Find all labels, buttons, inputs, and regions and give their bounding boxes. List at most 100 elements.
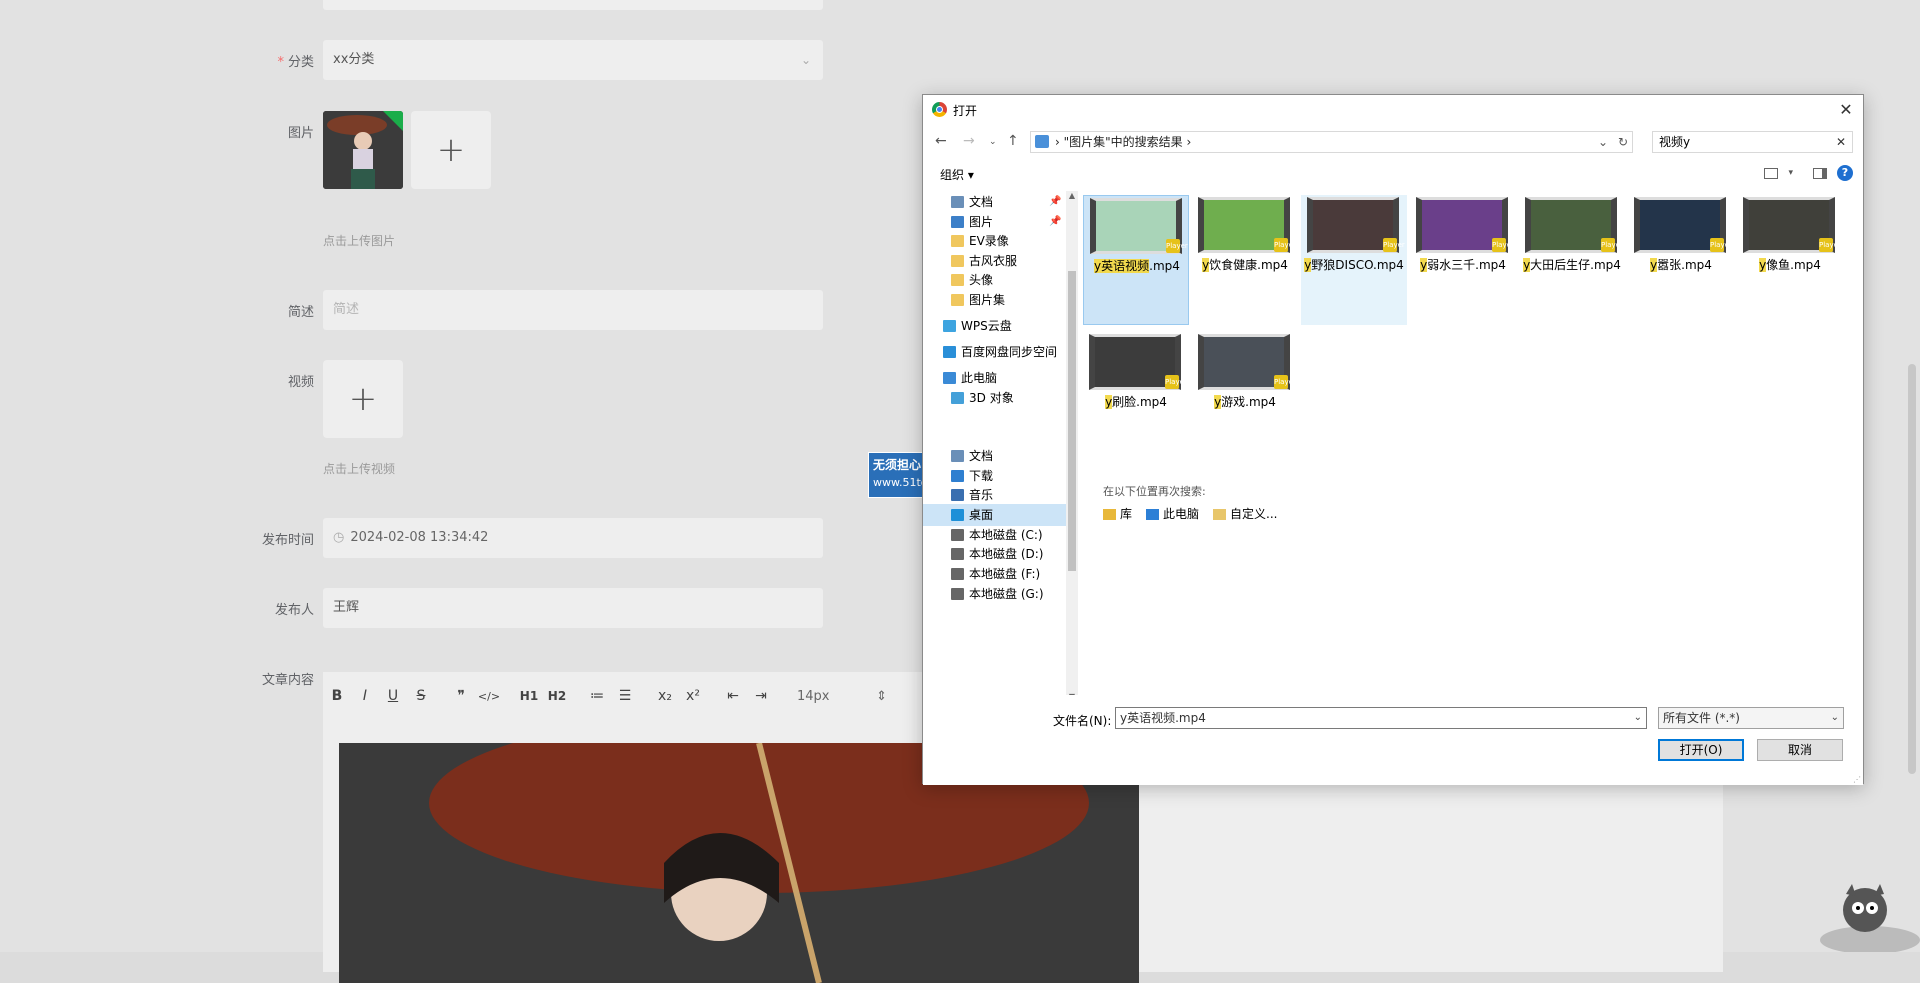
- updown-icon: ⇕: [876, 688, 887, 704]
- tree-item-label: WPS云盘: [961, 319, 1012, 333]
- publish-time-input[interactable]: ◷ 2024-02-08 13:34:42: [323, 518, 823, 558]
- category-value: xx分类: [333, 52, 375, 67]
- category-label: * 分类: [277, 55, 314, 70]
- file-item[interactable]: Player y弱水三千.mp4: [1410, 195, 1516, 325]
- open-button[interactable]: 打开(O): [1658, 739, 1744, 761]
- research-this-pc-link[interactable]: 此电脑: [1146, 505, 1199, 522]
- tree-item-label: 文档: [969, 449, 994, 463]
- file-item[interactable]: Player y嚣张.mp4: [1628, 195, 1734, 325]
- file-type-dropdown-icon[interactable]: ⌄: [1831, 708, 1839, 728]
- tree-item[interactable]: 本地磁盘 (D:): [923, 543, 1066, 565]
- tree-item[interactable]: 音乐: [923, 484, 1066, 506]
- tree-item[interactable]: 文档 📌: [923, 191, 1066, 213]
- research-custom-link[interactable]: 自定义...: [1213, 505, 1277, 522]
- blockquote-button[interactable]: ❞: [447, 688, 475, 704]
- tree-item-icon: [951, 274, 964, 286]
- forward-arrow-icon[interactable]: →: [963, 133, 975, 149]
- open-file-dialog: 打开 ✕ ← → ⌄ ↑ › "图片集"中的搜索结果 › ⌄ ↻ 视频y ✕ 组…: [922, 94, 1864, 785]
- file-type-select[interactable]: 所有文件 (*.*) ⌄: [1658, 707, 1844, 729]
- tree-item[interactable]: WPS云盘: [923, 315, 1066, 337]
- tree-item[interactable]: 3D 对象: [923, 387, 1066, 409]
- font-size-value: 14px: [797, 688, 830, 704]
- summary-label: 简述: [287, 305, 314, 320]
- video-thumbnail: Player: [1525, 197, 1623, 253]
- up-arrow-icon[interactable]: ↑: [1007, 133, 1019, 149]
- image-label: 图片: [287, 126, 314, 141]
- category-select[interactable]: xx分类 ⌄: [323, 40, 823, 80]
- publisher-input[interactable]: 王辉: [323, 588, 823, 628]
- clear-search-icon[interactable]: ✕: [1836, 132, 1846, 152]
- uploaded-image-thumbnail[interactable]: [323, 111, 403, 189]
- tree-item[interactable]: 本地磁盘 (G:): [923, 583, 1066, 605]
- search-input[interactable]: 视频y ✕: [1652, 131, 1853, 153]
- summary-input[interactable]: 简述: [323, 290, 823, 330]
- command-bar: 组织 ▾ ▾ ?: [923, 161, 1863, 187]
- filename-input[interactable]: y英语视频.mp4 ⌄: [1115, 707, 1647, 729]
- superscript-button[interactable]: x²: [679, 688, 707, 704]
- research-label: 在以下位置再次搜索:: [1103, 485, 1206, 498]
- tree-item-icon: [951, 489, 964, 501]
- file-item[interactable]: Player y像鱼.mp4: [1737, 195, 1843, 325]
- file-item[interactable]: Player y游戏.mp4: [1192, 332, 1298, 462]
- player-badge-icon: Player: [1383, 238, 1405, 252]
- subscript-button[interactable]: x₂: [651, 688, 679, 704]
- tree-item[interactable]: EV录像: [923, 230, 1066, 252]
- underline-button[interactable]: U: [379, 688, 407, 704]
- tree-item[interactable]: 图片集: [923, 289, 1066, 311]
- h2-button[interactable]: H2: [543, 689, 571, 703]
- ordered-list-button[interactable]: ≔: [583, 688, 611, 704]
- filename-label: 文件名(N):: [1053, 714, 1112, 728]
- tree-scroll-thumb[interactable]: [1068, 271, 1076, 571]
- tree-item[interactable]: 文档: [923, 445, 1066, 467]
- add-image-button[interactable]: +: [411, 111, 491, 189]
- italic-button[interactable]: I: [351, 688, 379, 704]
- tree-item-icon: [951, 568, 964, 580]
- tree-item[interactable]: 本地磁盘 (F:): [923, 563, 1066, 585]
- file-item[interactable]: Player y英语视频.mp4: [1083, 195, 1189, 325]
- font-size-select[interactable]: 14px ⇕: [797, 689, 887, 704]
- tree-item[interactable]: 百度网盘同步空间: [923, 341, 1066, 363]
- bold-button[interactable]: B: [323, 688, 351, 704]
- add-video-button[interactable]: +: [323, 360, 403, 438]
- recent-dropdown-icon[interactable]: ⌄: [989, 137, 997, 147]
- code-block-button[interactable]: </>: [475, 690, 503, 703]
- preview-pane-icon[interactable]: [1813, 167, 1827, 179]
- tree-item-icon: [951, 294, 964, 306]
- tree-scrollbar[interactable]: ▲ ▼: [1066, 191, 1078, 701]
- outdent-button[interactable]: ⇤: [719, 688, 747, 704]
- tree-item[interactable]: 桌面: [923, 504, 1066, 526]
- bullet-list-button[interactable]: ☰: [611, 688, 639, 704]
- scroll-up-icon[interactable]: ▲: [1066, 191, 1078, 200]
- refresh-icon[interactable]: ↻: [1618, 132, 1628, 152]
- resize-grip-icon[interactable]: ⋰: [1853, 775, 1861, 784]
- player-badge-icon: Player: [1710, 238, 1732, 252]
- publisher-label: 发布人: [274, 603, 314, 618]
- content-label: 文章内容: [261, 673, 314, 688]
- file-item[interactable]: Player y大田后生仔.mp4: [1519, 195, 1625, 325]
- help-icon[interactable]: ?: [1837, 165, 1853, 181]
- view-mode-icon[interactable]: [1764, 167, 1779, 179]
- tree-item-label: 百度网盘同步空间: [961, 345, 1058, 359]
- back-arrow-icon[interactable]: ←: [935, 133, 947, 149]
- address-bar[interactable]: › "图片集"中的搜索结果 › ⌄ ↻: [1030, 131, 1633, 153]
- research-library-link[interactable]: 库: [1103, 505, 1132, 522]
- file-item[interactable]: Player y刷脸.mp4: [1083, 332, 1189, 462]
- organize-button[interactable]: 组织 ▾: [940, 166, 974, 183]
- cancel-button[interactable]: 取消: [1757, 739, 1843, 761]
- filename-dropdown-icon[interactable]: ⌄: [1634, 708, 1642, 728]
- file-item[interactable]: Player y野狼DISCO.mp4: [1301, 195, 1407, 325]
- h1-button[interactable]: H1: [515, 689, 543, 703]
- top-field[interactable]: [323, 0, 823, 10]
- tree-item-label: 本地磁盘 (D:): [969, 547, 1044, 561]
- tree-item-icon: [951, 529, 964, 541]
- page-scrollbar[interactable]: [1908, 364, 1916, 774]
- close-icon[interactable]: ✕: [1835, 99, 1857, 121]
- address-dropdown-icon[interactable]: ⌄: [1598, 132, 1608, 152]
- tree-item[interactable]: 头像: [923, 269, 1066, 291]
- indent-button[interactable]: ⇥: [747, 688, 775, 704]
- file-item[interactable]: Player y饮食健康.mp4: [1192, 195, 1298, 325]
- view-dropdown-icon[interactable]: ▾: [1788, 168, 1793, 178]
- tree-item[interactable]: 此电脑: [923, 367, 1066, 389]
- video-thumbnail: Player: [1307, 197, 1405, 253]
- strike-button[interactable]: S: [407, 688, 435, 704]
